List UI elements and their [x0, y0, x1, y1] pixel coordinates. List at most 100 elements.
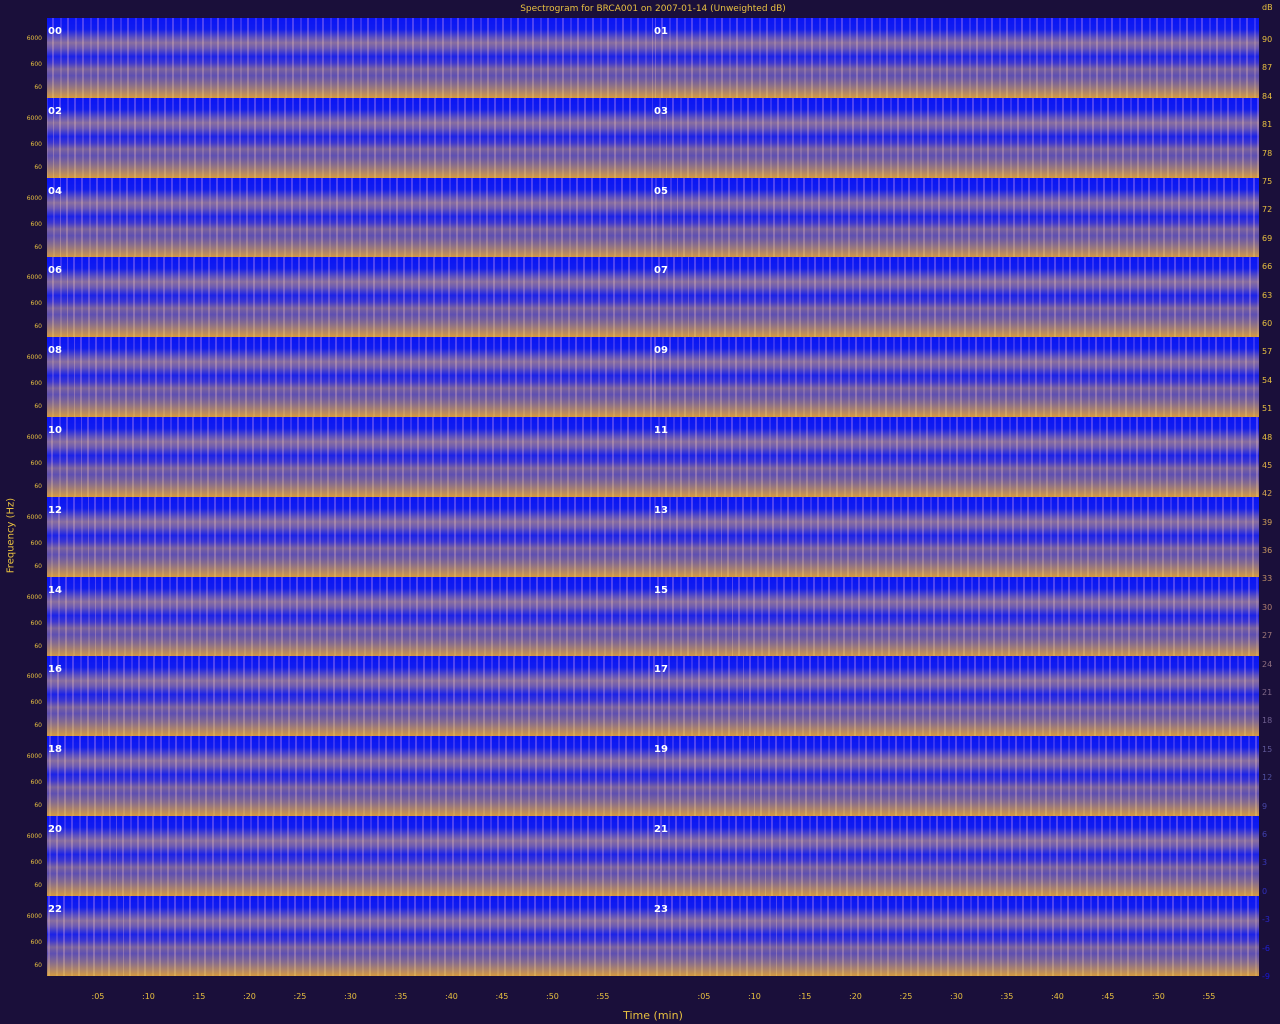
- time-tick-label: :45: [495, 992, 509, 1001]
- frequency-tick-label: 60: [34, 802, 42, 810]
- frequency-tick-label: 60: [34, 722, 42, 730]
- hour-label: 03: [654, 105, 668, 117]
- colorbar-tick-label: 6: [1262, 830, 1268, 840]
- spectrogram-panel: [653, 177, 1259, 258]
- spectrogram-panel: [47, 816, 653, 896]
- colorbar-tick-label: 3: [1262, 858, 1268, 868]
- frequency-tick-label: 600: [30, 539, 42, 547]
- frequency-tick-label: 6000: [26, 194, 42, 202]
- frequency-tick-label: 600: [30, 140, 42, 148]
- time-tick-label: :50: [1152, 992, 1165, 1001]
- spectrogram-panel: [47, 895, 653, 976]
- x-axis-label: Time (min): [623, 1009, 683, 1022]
- frequency-tick-label: 600: [30, 938, 42, 946]
- frequency-tick-label: 600: [30, 220, 42, 228]
- spectrogram-panel: [47, 736, 653, 817]
- colorbar-tick-label: 78: [1262, 148, 1273, 158]
- frequency-tick-label: 6000: [26, 513, 42, 521]
- spectrogram-panel: [653, 656, 1259, 737]
- frequency-tick-label: 6000: [26, 35, 42, 42]
- frequency-tick-label: 6000: [26, 434, 42, 441]
- time-tick-label: :40: [445, 992, 458, 1001]
- colorbar-tick-label: 60: [1262, 318, 1273, 328]
- hour-label: 02: [48, 105, 62, 117]
- colorbar-tick-label: 87: [1262, 63, 1273, 73]
- hour-label: 01: [654, 26, 668, 37]
- colorbar-tick-label: 75: [1262, 176, 1273, 186]
- hour-label: 06: [48, 265, 62, 277]
- frequency-tick-label: 60: [34, 483, 42, 490]
- spectrogram-panel: [47, 337, 653, 418]
- frequency-tick-label: 600: [30, 859, 42, 866]
- hour-label: 07: [654, 265, 668, 277]
- spectrogram-panel: [47, 417, 653, 497]
- time-tick-label: :55: [596, 992, 610, 1001]
- spectrogram-panel: [653, 895, 1259, 976]
- time-tick-label: :25: [293, 992, 307, 1001]
- spectrogram-panel: [47, 18, 653, 98]
- frequency-tick-label: 60: [34, 243, 42, 251]
- spectrogram-panel: [653, 337, 1259, 418]
- time-tick-label: :30: [344, 992, 357, 1001]
- colorbar-tick-label: 36: [1262, 546, 1273, 556]
- spectrogram-panel: [47, 496, 653, 577]
- colorbar-tick-label: 18: [1262, 716, 1273, 726]
- time-tick-label: :45: [1101, 992, 1115, 1001]
- hour-label: 13: [654, 504, 668, 516]
- spectrogram-panel: [653, 97, 1259, 178]
- hour-label: 04: [48, 185, 62, 197]
- colorbar-tick-label: 33: [1262, 574, 1273, 584]
- colorbar-tick-label: -9: [1262, 972, 1270, 981]
- frequency-tick-label: 600: [30, 380, 42, 388]
- spectrogram-row: [47, 18, 1259, 98]
- time-tick-label: :10: [748, 992, 761, 1001]
- hour-label: 22: [48, 903, 62, 915]
- spectrogram-panel: [653, 496, 1259, 577]
- spectrogram-panel: [653, 816, 1259, 896]
- spectrogram-panel: [47, 257, 653, 338]
- hour-label: 23: [654, 903, 668, 915]
- frequency-tick-label: 6000: [26, 114, 42, 122]
- hour-label: 15: [654, 584, 668, 596]
- hour-label: 10: [48, 425, 62, 436]
- frequency-tick-label: 6000: [26, 833, 42, 840]
- hour-label: 21: [654, 824, 668, 835]
- frequency-tick-label: 60: [34, 403, 42, 411]
- colorbar-tick-label: -3: [1262, 915, 1270, 925]
- colorbar-tick-label: 81: [1262, 120, 1273, 130]
- hour-label: 11: [654, 425, 668, 436]
- spectrogram-panel: [47, 97, 653, 178]
- frequency-tick-label: 60: [34, 163, 42, 171]
- colorbar-tick-label: 45: [1262, 460, 1273, 470]
- frequency-tick-label: 600: [30, 300, 42, 308]
- spectrogram-panel: [653, 576, 1259, 657]
- colorbar-tick-label: 54: [1262, 375, 1273, 385]
- time-tick-label: :25: [899, 992, 913, 1001]
- frequency-tick-label: 6000: [26, 673, 42, 681]
- colorbar-tick-label: 57: [1262, 347, 1273, 357]
- colorbar-tick-label: 21: [1262, 688, 1273, 698]
- frequency-tick-label: 60: [34, 562, 42, 570]
- colorbar-tick-label: 51: [1262, 404, 1273, 414]
- spectrogram-row: [47, 257, 1259, 338]
- spectrogram-panel: [653, 417, 1259, 497]
- frequency-tick-label: 6000: [26, 593, 42, 601]
- colorbar-unit-label: dB: [1262, 3, 1273, 12]
- colorbar-tick-label: 72: [1262, 205, 1273, 215]
- time-tick-label: :50: [546, 992, 559, 1001]
- colorbar-tick-label: 66: [1262, 262, 1273, 272]
- time-tick-label: :55: [1202, 992, 1216, 1001]
- frequency-tick-label: 60: [34, 323, 42, 331]
- hour-label: 05: [654, 185, 668, 197]
- spectrogram-row: [47, 895, 1259, 976]
- hour-label: 00: [48, 26, 62, 37]
- spectrogram-row: [47, 656, 1259, 737]
- time-tick-label: :35: [394, 992, 408, 1001]
- time-tick-label: :05: [697, 992, 711, 1001]
- colorbar-tick-label: 15: [1262, 744, 1273, 754]
- colorbar-tick-label: 84: [1262, 91, 1273, 101]
- frequency-tick-label: 60: [34, 882, 42, 889]
- frequency-tick-label: 6000: [26, 753, 42, 761]
- spectrogram-panel: [47, 656, 653, 737]
- spectrogram-row: [47, 736, 1259, 817]
